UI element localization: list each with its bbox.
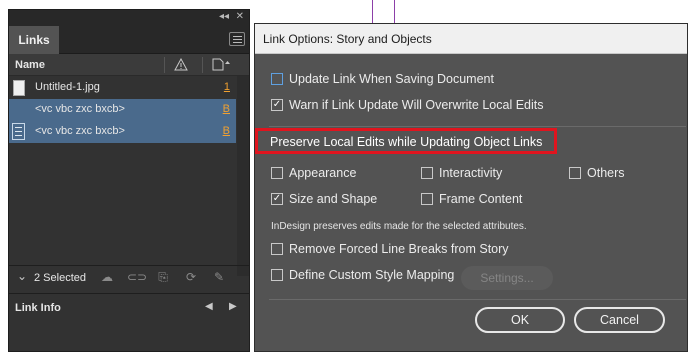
link-info-label[interactable]: Link Info xyxy=(15,302,61,314)
option-label: Appearance xyxy=(289,166,357,180)
goto-link-icon[interactable]: ⎘ xyxy=(155,270,171,286)
remove-breaks-option[interactable]: Remove Forced Line Breaks from Story xyxy=(271,242,509,256)
link-options-dialog: Link Options: Story and Objects Update L… xyxy=(254,23,688,352)
preserve-note: InDesign preserves edits made for the se… xyxy=(271,221,527,232)
update-on-save-option[interactable]: Update Link When Saving Document xyxy=(271,72,494,86)
link-name: <vc vbc zxc bxcb> xyxy=(35,125,125,137)
page-link[interactable]: B xyxy=(223,125,230,137)
dialog-title: Link Options: Story and Objects xyxy=(255,24,687,54)
list-item[interactable]: <vc vbc zxc bxcb> B xyxy=(9,121,236,143)
scrollbar[interactable] xyxy=(237,76,249,276)
page-link[interactable]: B xyxy=(223,103,230,115)
list-item[interactable]: Untitled-1.jpg 1 xyxy=(9,77,236,99)
option-label: Size and Shape xyxy=(289,192,378,206)
collapse-icon[interactable]: ◂◂ xyxy=(219,11,229,22)
checkbox-checked[interactable]: ✓ xyxy=(271,193,283,205)
option-label: Interactivity xyxy=(439,166,503,180)
link-name: Untitled-1.jpg xyxy=(35,81,100,93)
checkbox[interactable] xyxy=(271,243,283,255)
panel-topbar: ◂◂ ✕ xyxy=(9,10,249,26)
update-icon[interactable]: ⟳ xyxy=(183,270,199,286)
tab-row: Links xyxy=(9,26,249,54)
ok-button[interactable]: OK xyxy=(475,307,565,333)
column-name-label[interactable]: Name xyxy=(15,59,45,71)
checkbox[interactable] xyxy=(271,167,283,179)
preserve-heading: Preserve Local Edits while Updating Obje… xyxy=(270,135,543,149)
divider xyxy=(269,299,686,300)
checkbox[interactable] xyxy=(421,167,433,179)
relink-icon[interactable]: ⊂⊃ xyxy=(127,270,147,286)
divider xyxy=(269,126,686,127)
option-label: Remove Forced Line Breaks from Story xyxy=(289,242,509,256)
option-label: Define Custom Style Mapping xyxy=(289,268,455,282)
close-icon[interactable]: ✕ xyxy=(236,11,244,22)
custom-style-option[interactable]: Define Custom Style Mapping xyxy=(271,268,454,282)
others-option[interactable]: Others xyxy=(569,166,625,180)
cloud-icon[interactable]: ☁ xyxy=(99,270,115,286)
link-name: <vc vbc zxc bxcb> xyxy=(35,103,125,115)
checkbox[interactable] xyxy=(569,167,581,179)
size-shape-option[interactable]: ✓ Size and Shape xyxy=(271,192,377,206)
page-link[interactable]: 1 xyxy=(224,81,230,93)
story-document-icon xyxy=(12,123,25,140)
checkbox[interactable] xyxy=(271,73,283,85)
links-panel: ◂◂ ✕ Links Name Untitled-1.jpg 1 <vc vbc… xyxy=(8,9,250,352)
option-label: Frame Content xyxy=(439,192,523,206)
image-thumbnail-icon xyxy=(13,80,25,96)
option-label: Update Link When Saving Document xyxy=(289,72,494,86)
chevron-down-icon[interactable]: ⌄ xyxy=(17,269,27,283)
option-label: Others xyxy=(587,166,625,180)
interactivity-option[interactable]: Interactivity xyxy=(421,166,502,180)
option-label: Warn if Link Update Will Overwrite Local… xyxy=(289,98,544,112)
selected-count: 2 Selected xyxy=(34,272,86,284)
tab-links[interactable]: Links xyxy=(9,26,59,54)
prev-arrow-icon[interactable]: ◀ xyxy=(205,301,213,312)
next-arrow-icon[interactable]: ▶ xyxy=(229,301,237,312)
frame-content-option[interactable]: Frame Content xyxy=(421,192,522,206)
panel-menu-icon[interactable] xyxy=(229,32,245,46)
checkbox-checked[interactable]: ✓ xyxy=(271,99,283,111)
page-icon[interactable] xyxy=(212,58,230,71)
appearance-option[interactable]: Appearance xyxy=(271,166,356,180)
panel-footer: ⌄ 2 Selected ☁ ⊂⊃ ⎘ ⟳ ✎ xyxy=(9,266,249,290)
list-item[interactable]: <vc vbc zxc bxcb> B xyxy=(9,99,236,121)
checkbox[interactable] xyxy=(271,269,283,281)
checkbox[interactable] xyxy=(421,193,433,205)
edit-original-icon[interactable]: ✎ xyxy=(211,270,227,286)
warning-icon[interactable] xyxy=(174,58,188,71)
cancel-button[interactable]: Cancel xyxy=(574,307,665,333)
settings-button[interactable]: Settings... xyxy=(461,266,553,290)
warn-overwrite-option[interactable]: ✓ Warn if Link Update Will Overwrite Loc… xyxy=(271,98,543,112)
column-header[interactable]: Name xyxy=(9,54,249,76)
